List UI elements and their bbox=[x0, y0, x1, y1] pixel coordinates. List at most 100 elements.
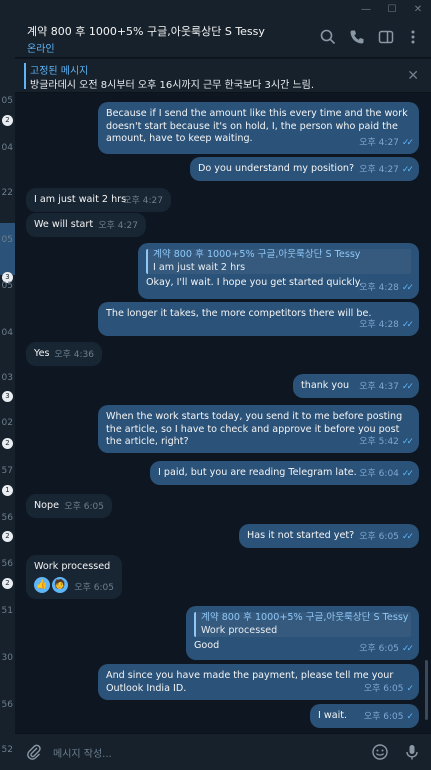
message-bubble[interactable]: I am just wait 2 hrs 오후 4:27 bbox=[26, 188, 171, 212]
sidebar-time[interactable]: 52 bbox=[0, 745, 15, 755]
reply-author: 계약 800 후 1000+5% 구글,아웃룩상단 S Tessy bbox=[153, 249, 361, 260]
message-meta: 오후 4:36 bbox=[54, 349, 94, 362]
sidebar-unread-badge: 2 bbox=[2, 115, 13, 126]
message-bubble[interactable]: 계약 800 후 1000+5% 구글,아웃룩상단 S Tessy I am j… bbox=[138, 243, 419, 299]
microphone-icon[interactable] bbox=[403, 743, 421, 761]
message-time: 오후 4:28 bbox=[359, 320, 399, 331]
emoji-icon[interactable] bbox=[371, 743, 389, 761]
message-meta: 오후 6:05 ✓ bbox=[363, 683, 414, 696]
message-time: 오후 5:42 bbox=[359, 437, 399, 448]
message-bubble[interactable]: And since you have made the payment, ple… bbox=[98, 664, 419, 700]
message-input[interactable]: 메시지 작성... bbox=[53, 745, 112, 760]
message-meta: 오후 4:28 ✓✓ bbox=[359, 282, 414, 295]
sidebar-unread-badge: 3 bbox=[2, 391, 13, 402]
read-checks-icon: ✓✓ bbox=[401, 437, 414, 448]
message-meta: 오후 4:27 bbox=[98, 220, 138, 233]
sidebar-time[interactable]: 04 bbox=[0, 328, 15, 338]
message-bubble[interactable]: Work processed 👍 🧑 오후 6:05 bbox=[26, 555, 122, 599]
message-meta: 오후 4:27 bbox=[123, 195, 163, 208]
sidebar-active-item[interactable] bbox=[0, 223, 15, 275]
read-checks-icon: ✓✓ bbox=[401, 382, 414, 393]
message-time: 오후 6:05 bbox=[359, 644, 399, 655]
reply-author: 계약 800 후 1000+5% 구글,아웃룩상단 S Tessy bbox=[201, 612, 409, 623]
read-checks-icon: ✓✓ bbox=[401, 283, 414, 294]
message-meta: 오후 5:42 ✓✓ bbox=[359, 436, 414, 449]
chat-title[interactable]: 계약 800 후 1000+5% 구글,아웃룩상단 S Tessy bbox=[27, 23, 265, 39]
read-checks-icon: ✓✓ bbox=[401, 165, 414, 176]
read-checks-icon: ✓✓ bbox=[401, 320, 414, 331]
close-icon[interactable]: ✕ bbox=[407, 68, 419, 84]
message-bubble[interactable]: Nope 오후 6:05 bbox=[26, 494, 112, 518]
phone-icon[interactable] bbox=[348, 28, 366, 46]
sidebar-time[interactable]: 56 bbox=[0, 700, 15, 710]
message-meta: 오후 4:28 ✓✓ bbox=[359, 319, 414, 332]
read-checks-icon: ✓✓ bbox=[401, 532, 414, 543]
message-time: 오후 6:04 bbox=[359, 469, 399, 480]
maximize-button[interactable]: ☐ bbox=[379, 0, 405, 18]
message-meta: 오후 4:27 ✓✓ bbox=[359, 164, 414, 177]
message-list[interactable]: Because if I send the amount like this e… bbox=[15, 94, 431, 733]
message-time: 오후 6:05 bbox=[363, 684, 404, 695]
sidebar-toggle-icon[interactable] bbox=[377, 28, 395, 46]
message-time: 오후 6:05 bbox=[363, 712, 404, 723]
sidebar-unread-badge: 2 bbox=[2, 438, 13, 449]
sidebar-time[interactable]: 22 bbox=[0, 188, 15, 198]
message-bubble[interactable]: When the work starts today, you send it … bbox=[98, 405, 419, 453]
sidebar-unread-badge: 2 bbox=[2, 578, 13, 589]
reply-quote[interactable]: 계약 800 후 1000+5% 구글,아웃룩상단 S Tessy Work p… bbox=[194, 612, 411, 638]
message-time: 오후 4:27 bbox=[98, 221, 138, 232]
message-time: 오후 4:27 bbox=[359, 138, 399, 149]
thumbs-up-reaction-icon[interactable]: 👍 bbox=[34, 576, 50, 593]
sidebar-time[interactable]: 30 bbox=[0, 653, 15, 663]
sidebar-time[interactable]: 03 bbox=[0, 373, 15, 383]
message-bubble[interactable]: I paid, but you are reading Telegram lat… bbox=[150, 461, 419, 485]
message-time: 오후 4:27 bbox=[123, 196, 163, 207]
search-icon[interactable] bbox=[319, 28, 337, 46]
sidebar-time[interactable]: 56 bbox=[0, 559, 15, 569]
message-meta: 오후 6:05 bbox=[64, 501, 104, 514]
minimize-button[interactable]: — bbox=[353, 0, 379, 18]
sidebar-time[interactable]: 04 bbox=[0, 143, 15, 153]
sidebar-time[interactable]: 02 bbox=[0, 418, 15, 428]
sidebar-unread-badge: 2 bbox=[2, 531, 13, 542]
sidebar-time[interactable]: 57 bbox=[0, 466, 15, 476]
message-meta: 오후 6:04 ✓✓ bbox=[359, 468, 414, 481]
sidebar-time[interactable]: 05 bbox=[0, 281, 15, 291]
pinned-message-bar[interactable]: 고정된 메시지 방글라데시 오전 8시부터 오후 16시까지 근무 한국보다 3… bbox=[15, 59, 431, 93]
pinned-accent-bar bbox=[24, 63, 26, 89]
message-meta: 오후 6:05 ✓✓ bbox=[359, 531, 414, 544]
message-meta: 오후 4:37 ✓✓ bbox=[359, 381, 414, 394]
sent-check-icon: ✓ bbox=[406, 684, 413, 695]
read-checks-icon: ✓✓ bbox=[401, 644, 414, 655]
chat-status: 온라인 bbox=[27, 44, 55, 55]
message-bubble[interactable]: Has it not started yet? 오후 6:05 ✓✓ bbox=[239, 524, 419, 548]
pinned-text: 방글라데시 오전 8시부터 오후 16시까지 근무 한국보다 3시간 느림. bbox=[30, 80, 315, 91]
message-meta: 오후 6:05 ✓ bbox=[363, 711, 414, 724]
message-time: 오후 6:05 bbox=[359, 532, 399, 543]
message-bubble[interactable]: Because if I send the amount like this e… bbox=[98, 102, 419, 154]
sidebar-time[interactable]: 51 bbox=[0, 606, 15, 616]
message-bubble[interactable]: We will start 오후 4:27 bbox=[26, 213, 146, 237]
sidebar-time[interactable]: 05 bbox=[0, 96, 15, 106]
message-time: 오후 4:27 bbox=[359, 165, 399, 176]
read-checks-icon: ✓✓ bbox=[401, 138, 414, 149]
read-checks-icon: ✓✓ bbox=[401, 469, 414, 480]
avatar-reaction-icon[interactable]: 🧑 bbox=[52, 576, 68, 593]
sidebar-time[interactable]: 05 bbox=[0, 235, 15, 245]
chat-scrollbar[interactable] bbox=[425, 660, 428, 720]
chat-header: 계약 800 후 1000+5% 구글,아웃룩상단 S Tessy 온라인 bbox=[15, 18, 431, 58]
message-bubble[interactable]: thank you 오후 4:37 ✓✓ bbox=[293, 374, 419, 398]
message-bubble[interactable]: I wait. 오후 6:05 ✓ bbox=[310, 704, 419, 728]
message-time: 오후 4:37 bbox=[359, 382, 399, 393]
message-bubble[interactable]: 계약 800 후 1000+5% 구글,아웃룩상단 S Tessy Work p… bbox=[186, 606, 419, 660]
message-text: Work processed bbox=[34, 561, 111, 572]
paperclip-icon[interactable] bbox=[25, 743, 43, 761]
close-button[interactable]: ✕ bbox=[405, 0, 431, 18]
reply-quote[interactable]: 계약 800 후 1000+5% 구글,아웃룩상단 S Tessy I am j… bbox=[146, 249, 411, 275]
more-vertical-icon[interactable] bbox=[404, 28, 422, 46]
sidebar-time[interactable]: 56 bbox=[0, 513, 15, 523]
message-bubble[interactable]: Do you understand my position? 오후 4:27 ✓✓ bbox=[190, 157, 419, 181]
sidebar-unread-badge: 1 bbox=[2, 485, 13, 496]
message-bubble[interactable]: Yes 오후 4:36 bbox=[26, 342, 102, 366]
message-bubble[interactable]: The longer it takes, the more competitor… bbox=[98, 302, 419, 336]
